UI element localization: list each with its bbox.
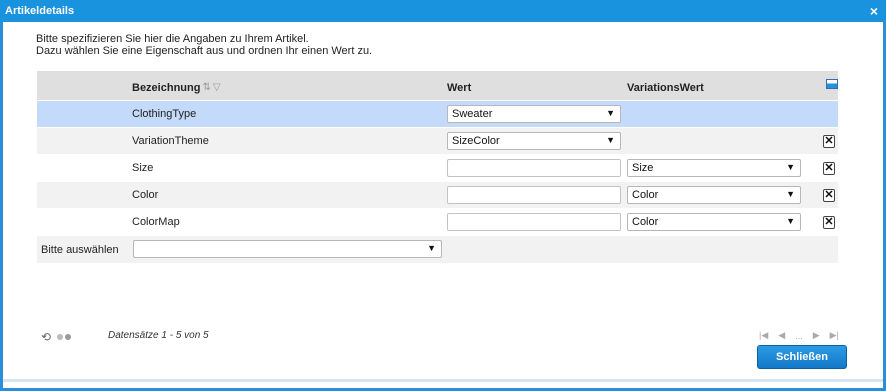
next-page-icon[interactable]: ▶ [813,330,820,341]
record-count: Datensätze 1 - 5 von 5 [108,330,209,341]
variation-select[interactable]: Size ▼ [627,159,801,177]
dialog-title: Artikeldetails [5,5,75,17]
column-header-variation: VariationsWert [627,81,704,94]
column-header-name-label: Bezeichnung [132,81,201,94]
add-property-select[interactable]: ▼ [133,240,442,258]
row-name: VariationTheme [132,135,209,147]
chevron-down-icon: ▼ [606,108,615,118]
value-input[interactable] [447,159,621,177]
variation-select-text: Color [632,216,659,228]
close-icon[interactable]: × [870,3,878,19]
row-name: Color [132,189,159,201]
value-select[interactable]: Sweater ▼ [447,105,621,123]
delete-row-button[interactable]: ✕ [823,215,835,229]
chevron-down-icon: ▼ [427,243,436,253]
chevron-down-icon: ▼ [786,216,795,226]
close-button[interactable]: Schließen [757,345,847,369]
delete-row-button[interactable]: ✕ [823,188,835,202]
row-name: ColorMap [132,216,180,228]
value-select-text: Sweater [452,108,493,120]
page-ellipsis: ... [795,330,803,341]
divider [3,379,883,382]
refresh-icon[interactable]: ⟲ [41,330,51,344]
intro-line-1: Bitte spezifizieren Sie hier die Angaben… [36,33,309,45]
table-row[interactable]: Size Size ▼ ✕ [37,155,838,182]
first-page-icon[interactable]: |◀ [759,330,768,341]
column-settings-icon[interactable] [826,79,838,89]
properties-grid: Bezeichnung ⇅ ▽ Wert VariationsWert Clot… [37,71,838,263]
intro-line-2: Dazu wählen Sie eine Eigenschaft aus und… [36,45,373,57]
value-select-text: SizeColor [452,135,500,147]
grid-header: Bezeichnung ⇅ ▽ Wert VariationsWert [37,71,838,101]
loading-dots-icon [57,334,72,340]
variation-select[interactable]: Color ▼ [627,213,801,231]
table-row[interactable]: ClothingType Sweater ▼ [37,101,838,128]
chevron-down-icon: ▼ [606,135,615,145]
variation-select-text: Size [632,162,654,174]
row-name: ClothingType [132,108,197,120]
value-input[interactable] [447,186,621,204]
table-row[interactable]: Color Color ▼ ✕ [37,182,838,209]
dialog-titlebar: Artikeldetails × [0,0,886,22]
artikeldetails-dialog: Artikeldetails × Bitte spezifizieren Sie… [0,0,886,391]
pager: |◀ ◀ ... ▶ ▶| [759,330,839,341]
table-row[interactable]: VariationTheme SizeColor ▼ ✕ [37,128,838,155]
row-name: Size [132,162,154,174]
intro-text: Bitte spezifizieren Sie hier die Angaben… [36,33,372,57]
sort-icon[interactable]: ⇅ [202,82,210,93]
chevron-down-icon: ▼ [786,189,795,199]
variation-select-text: Color [632,189,659,201]
delete-row-button[interactable]: ✕ [823,161,835,175]
add-property-label: Bitte auswählen [41,243,119,256]
add-property-row: Bitte auswählen ▼ [37,236,838,263]
grid-tools: ⟲ [41,330,72,344]
column-header-name[interactable]: Bezeichnung ⇅ ▽ [132,73,221,102]
delete-row-button[interactable]: ✕ [823,134,835,148]
filter-icon[interactable]: ▽ [213,82,221,93]
last-page-icon[interactable]: ▶| [830,330,839,341]
table-row[interactable]: ColorMap Color ▼ ✕ [37,209,838,236]
chevron-down-icon: ▼ [786,162,795,172]
prev-page-icon[interactable]: ◀ [778,330,785,341]
column-header-value: Wert [447,81,472,94]
value-select[interactable]: SizeColor ▼ [447,132,621,150]
value-input[interactable] [447,213,621,231]
variation-select[interactable]: Color ▼ [627,186,801,204]
